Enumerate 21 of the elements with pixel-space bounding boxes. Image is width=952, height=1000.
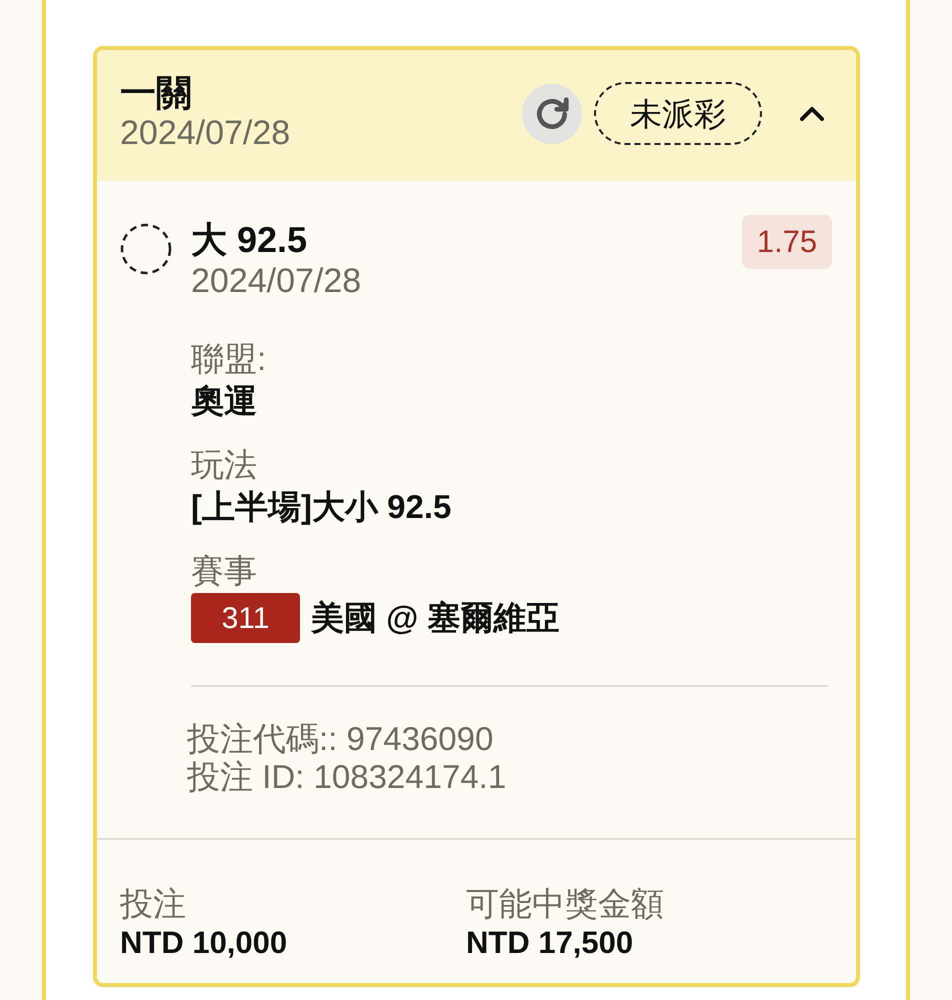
selection-pick: 大 92.5 [191, 219, 308, 261]
selection-date: 2024/07/28 [191, 261, 362, 301]
card-title: 一關 [120, 73, 192, 113]
detail-label: 玩法 [191, 445, 257, 485]
odds-badge: 1.75 [742, 215, 832, 269]
card-date: 2024/07/28 [120, 113, 290, 154]
status-badge: 未派彩 [594, 82, 762, 145]
bet-id: 投注 ID: 108324174.1 [187, 758, 506, 796]
summary-value: NTD 17,500 [466, 924, 634, 962]
dashed-circle-icon [120, 223, 172, 275]
detail-label: 聯盟: [191, 339, 266, 379]
summary-value: NTD 10,000 [120, 924, 288, 962]
detail-label: 賽事 [191, 551, 257, 591]
chevron-up-icon [799, 106, 825, 122]
match-number-badge: 311 [191, 593, 300, 643]
summary-label: 投注 [120, 884, 186, 924]
detail-value: 奧運 [191, 381, 257, 421]
bet-code: 投注代碼:: 97436090 [187, 720, 494, 758]
summary-label: 可能中獎金額 [466, 884, 664, 924]
detail-value: 美國 @ 塞爾維亞 [311, 598, 560, 638]
detail-value: [上半場]大小 92.5 [191, 487, 452, 527]
